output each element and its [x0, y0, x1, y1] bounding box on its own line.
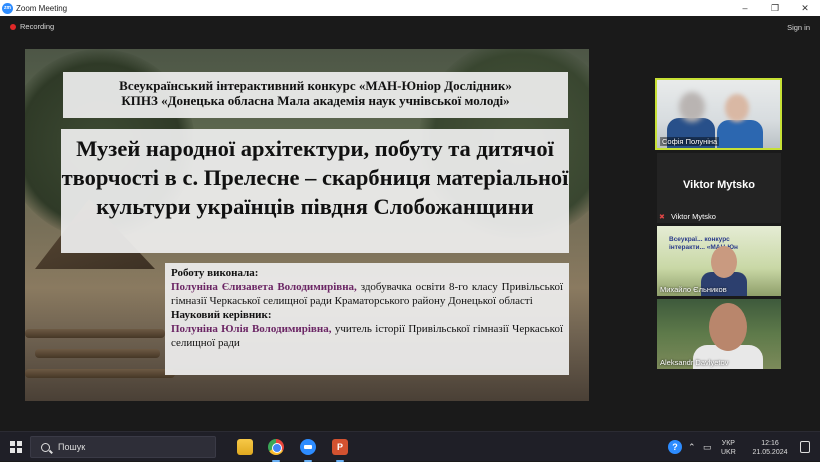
file-explorer-icon[interactable] — [237, 439, 253, 455]
author-paragraph: Полуніна Єлизавета Володимирівна, здобув… — [171, 280, 563, 308]
author-label: Роботу виконала: — [171, 267, 259, 279]
window-title: Zoom Meeting — [16, 3, 68, 13]
language-indicator[interactable]: УКР UKR — [721, 439, 736, 457]
zoom-app-icon: zm — [2, 2, 13, 14]
windows-start-icon[interactable] — [10, 441, 22, 453]
close-button[interactable]: ✕ — [790, 0, 820, 16]
participant-tile[interactable]: Всеукраї... конкурс інтеракти... «МАН-Юн… — [657, 226, 781, 296]
shared-screen-slide: Всеукраїнський інтерактивний конкурс «МА… — [25, 49, 589, 401]
participant-name: Михайло Єльников — [660, 285, 727, 294]
taskbar-clock[interactable]: 12:16 21.05.2024 — [748, 439, 792, 457]
chrome-icon[interactable] — [268, 439, 284, 455]
slide-institution-line: КПНЗ «Донецька обласна Мала академія нау… — [121, 93, 510, 108]
participant-name: Viktor Mytsko — [671, 212, 716, 221]
clock-date: 21.05.2024 — [752, 449, 788, 456]
background-log — [25, 329, 165, 338]
meeting-topbar: Recording Sign in — [0, 16, 820, 40]
recording-label: Recording — [20, 22, 55, 31]
supervisor-paragraph: Полуніна Юлія Володимирівна, учитель іст… — [171, 322, 563, 350]
participant-tile[interactable]: Aleksandr Davlyetov — [657, 299, 781, 369]
background-log — [35, 349, 160, 358]
participant-tile[interactable]: Viktor Mytsko ✖ Viktor Mytsko — [657, 153, 781, 223]
background-log — [25, 369, 175, 378]
network-icon[interactable]: ▭ — [703, 432, 712, 462]
participant-name: Софія Полуніна — [660, 137, 720, 146]
help-icon[interactable]: ? — [668, 440, 682, 454]
recording-indicator[interactable]: Recording — [10, 22, 54, 31]
participant-silhouette — [711, 246, 737, 278]
author-name: Полуніна Єлизавета Володимирівна, — [171, 281, 357, 293]
sign-in-link[interactable]: Sign in — [787, 23, 810, 32]
language-top: УКР — [721, 440, 735, 447]
window-controls: – ❐ ✕ — [730, 0, 820, 16]
participant-silhouette — [709, 303, 747, 351]
participant-display-name: Viktor Mytsko — [683, 179, 755, 191]
chevron-up-icon[interactable]: ⌃ — [688, 432, 696, 462]
slide-author-box: Роботу виконала: Полуніна Єлизавета Воло… — [165, 263, 569, 375]
powerpoint-icon[interactable]: P — [332, 439, 348, 455]
windows-taskbar: Пошук P ? ⌃ ▭ УКР UKR 12:16 21.05.2024 — [0, 431, 820, 462]
taskbar-search-box[interactable]: Пошук — [30, 436, 216, 458]
participant-silhouette — [679, 92, 705, 122]
search-placeholder: Пошук — [58, 442, 86, 452]
recording-dot-icon — [10, 23, 16, 30]
muted-mic-icon: ✖ — [659, 214, 665, 221]
participant-silhouette — [717, 120, 763, 148]
notification-icon[interactable] — [800, 441, 810, 453]
language-bottom: UKR — [721, 449, 736, 456]
zoom-icon[interactable] — [300, 439, 316, 455]
supervisor-name: Полуніна Юлія Володимирівна, — [171, 323, 332, 335]
slide-contest-line: Всеукраїнський інтерактивний конкурс «МА… — [119, 78, 512, 93]
maximize-button[interactable]: ❐ — [760, 0, 790, 16]
search-icon — [41, 442, 50, 452]
clock-time: 12:16 — [761, 440, 779, 447]
participant-silhouette — [725, 94, 749, 122]
slide-header-box: Всеукраїнський інтерактивний конкурс «МА… — [63, 72, 568, 118]
minimize-button[interactable]: – — [730, 0, 760, 16]
slide-title: Музей народної архітектури, побуту та ди… — [61, 129, 569, 253]
supervisor-label: Науковий керівник: — [171, 309, 272, 321]
window-titlebar: zm Zoom Meeting – ❐ ✕ — [0, 0, 820, 16]
participant-tile[interactable]: Софія Полуніна — [655, 78, 782, 150]
participant-name: Aleksandr Davlyetov — [660, 358, 729, 367]
